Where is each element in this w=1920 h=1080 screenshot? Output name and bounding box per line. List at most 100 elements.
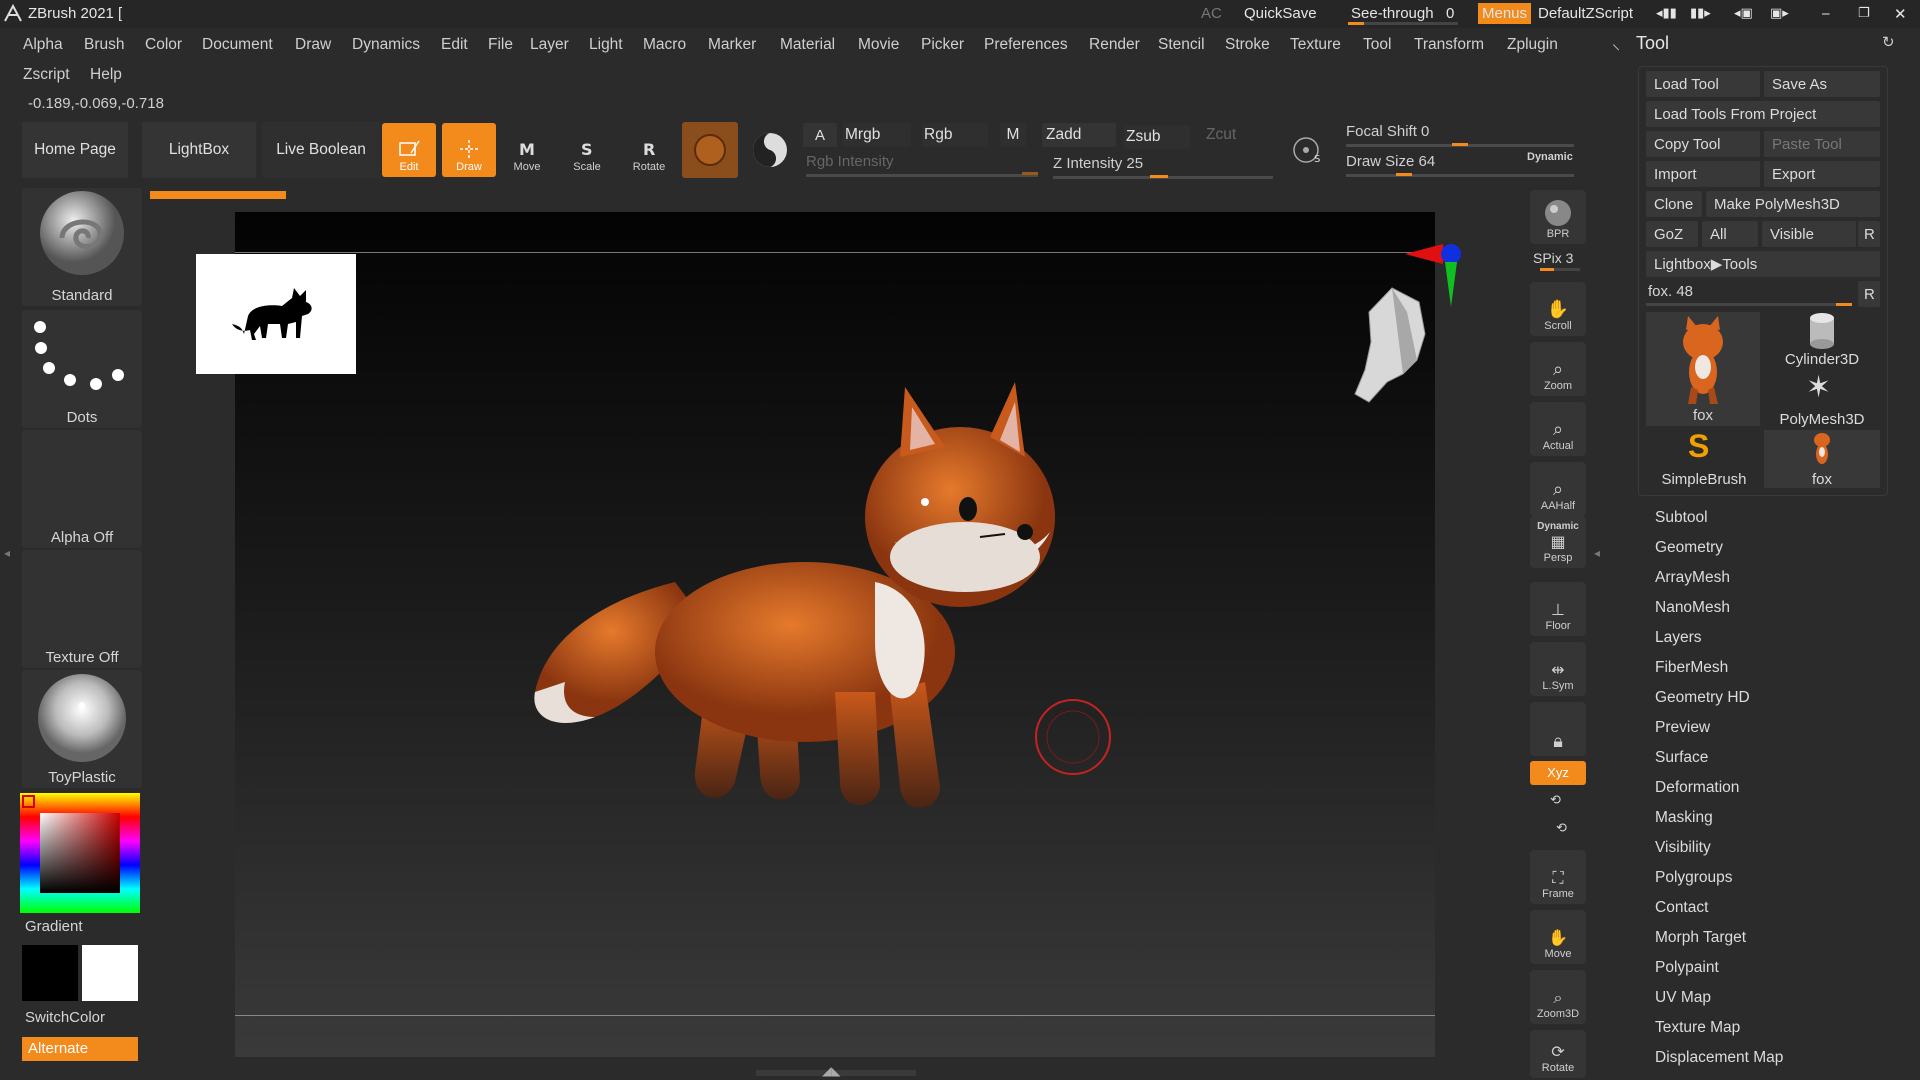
dynamic-toggle[interactable]: Dynamic (1527, 151, 1573, 163)
rotate-mode-button[interactable]: R Rotate (622, 123, 676, 177)
visible-button[interactable]: Visible (1762, 221, 1856, 247)
quicksave-button[interactable]: QuickSave (1244, 5, 1317, 22)
tool-thumb-polymesh3d[interactable]: ✶ PolyMesh3D (1764, 370, 1880, 428)
menu-marker[interactable]: Marker (708, 36, 756, 54)
lightbox-tools-button[interactable]: Lightbox▶Tools (1646, 251, 1880, 277)
restore-icon[interactable]: ❐ (1858, 5, 1870, 21)
subpalette-subtool[interactable]: Subtool (1655, 509, 1708, 527)
paste-tool-button[interactable]: Paste Tool (1764, 131, 1880, 157)
bpr-button[interactable]: BPR (1530, 190, 1586, 244)
tool-thumb-fox-large[interactable]: fox (1646, 312, 1760, 426)
tool-thumb-cylinder3d[interactable]: Cylinder3D (1764, 310, 1880, 368)
draw-size-knob[interactable] (1396, 173, 1412, 176)
floor-button[interactable]: ⊥ Floor (1530, 582, 1586, 636)
subpalette-deformation[interactable]: Deformation (1655, 779, 1739, 797)
menu-macro[interactable]: Macro (643, 36, 686, 54)
menu-zplugin[interactable]: Zplugin (1507, 36, 1558, 54)
subpalette-morph-target[interactable]: Morph Target (1655, 929, 1746, 947)
menu-material[interactable]: Material (780, 36, 835, 54)
tool-panel-title[interactable]: Tool (1636, 33, 1669, 54)
see-through-label[interactable]: See-through (1351, 5, 1434, 22)
left-shelf-collapse-icon[interactable]: ◂ (4, 546, 10, 560)
subpalette-uv-map[interactable]: UV Map (1655, 989, 1711, 1007)
home-page-button[interactable]: Home Page (22, 122, 128, 178)
ac-label[interactable]: AC (1201, 5, 1222, 22)
lsym-button[interactable]: ⇹ L.Sym (1530, 642, 1586, 696)
actual-button[interactable]: ⌕ Actual (1530, 402, 1586, 456)
subpalette-geometry[interactable]: Geometry (1655, 539, 1723, 557)
alternate-button[interactable]: Alternate (22, 1037, 138, 1061)
edit-mode-button[interactable]: Edit (382, 123, 436, 177)
rotate-y-icon[interactable]: ⟲ (1550, 792, 1561, 808)
primary-color-swatch[interactable] (22, 945, 78, 1001)
live-boolean-button[interactable]: Live Boolean (262, 122, 380, 178)
all-button[interactable]: All (1702, 221, 1758, 247)
tool-thumb-fox-small[interactable]: fox (1764, 430, 1880, 488)
menu-preferences[interactable]: Preferences (984, 36, 1068, 54)
subpalette-polygroups[interactable]: Polygroups (1655, 869, 1733, 887)
brush-selector[interactable]: Standard (22, 188, 142, 306)
close-icon[interactable]: ✕ (1894, 5, 1907, 23)
lock-button[interactable]: 🔒︎ (1530, 702, 1586, 756)
subpalette-masking[interactable]: Masking (1655, 809, 1713, 827)
subpalette-texture-map[interactable]: Texture Map (1655, 1019, 1740, 1037)
menu-stencil[interactable]: Stencil (1158, 36, 1205, 54)
import-button[interactable]: Import (1646, 161, 1760, 187)
spix-slider[interactable] (1540, 268, 1580, 271)
menu-render[interactable]: Render (1089, 36, 1140, 54)
rotate-z-icon[interactable]: ⟲ (1556, 820, 1567, 836)
material-selector[interactable]: ToyPlastic (22, 670, 142, 788)
rgb-intensity-label[interactable]: Rgb Intensity (806, 153, 894, 170)
bottom-expand-icon[interactable]: ◢◣ (822, 1064, 840, 1078)
subpalette-fibermesh[interactable]: FiberMesh (1655, 659, 1728, 677)
menu-help[interactable]: Help (90, 66, 122, 84)
color-sphere-swatch[interactable] (748, 126, 792, 174)
menu-texture[interactable]: Texture (1290, 36, 1341, 54)
refresh-icon[interactable]: ↻ (1882, 33, 1895, 51)
goz-button[interactable]: GoZ (1646, 221, 1698, 247)
subpalette-surface[interactable]: Surface (1655, 749, 1708, 767)
z-intensity-knob[interactable] (1150, 175, 1168, 178)
menu-draw[interactable]: Draw (295, 36, 331, 54)
fox-slider[interactable] (1646, 303, 1852, 306)
mrgb-toggle[interactable]: Mrgb (843, 123, 911, 147)
subpalette-visibility[interactable]: Visibility (1655, 839, 1711, 857)
subpalette-arraymesh[interactable]: ArrayMesh (1655, 569, 1730, 587)
xyz-button[interactable]: Xyz (1530, 761, 1586, 785)
menu-alpha[interactable]: Alpha (23, 36, 63, 54)
load-tool-button[interactable]: Load Tool (1646, 71, 1760, 97)
menu-document[interactable]: Document (202, 36, 273, 54)
a-toggle[interactable]: A (803, 123, 837, 147)
focal-shift-knob[interactable] (1452, 143, 1468, 146)
load-tools-from-project-button[interactable]: Load Tools From Project (1646, 101, 1880, 127)
subpalette-geometry-hd[interactable]: Geometry HD (1655, 689, 1750, 707)
minimize-icon[interactable]: ⎯ (1822, 5, 1830, 22)
persp-button[interactable]: Dynamic ▦ Persp (1530, 516, 1586, 568)
subpalette-nanomesh[interactable]: NanoMesh (1655, 599, 1730, 617)
goz-r-button[interactable]: R (1858, 221, 1880, 247)
copy-tool-button[interactable]: Copy Tool (1646, 131, 1760, 157)
aahalf-button[interactable]: ⌕ AAHalf (1530, 462, 1586, 516)
zadd-toggle[interactable]: Zadd (1042, 123, 1116, 147)
focal-shift-label[interactable]: Focal Shift 0 (1346, 123, 1429, 140)
subpalette-polypaint[interactable]: Polypaint (1655, 959, 1719, 977)
subpalette-preview[interactable]: Preview (1655, 719, 1710, 737)
move-mode-button[interactable]: M Move (500, 123, 554, 177)
m-toggle[interactable]: M (1000, 123, 1026, 147)
stroke-sym-button[interactable]: S (1288, 130, 1328, 170)
see-through-slider[interactable] (1348, 22, 1458, 25)
rgb-toggle[interactable]: Rgb (922, 123, 988, 147)
zoom-button[interactable]: ⌕ Zoom (1530, 342, 1586, 396)
spix-label[interactable]: SPix 3 (1533, 250, 1573, 266)
fox-slider-label[interactable]: fox. 48 (1648, 283, 1693, 300)
z-intensity-label[interactable]: Z Intensity 25 (1053, 155, 1143, 172)
menu-movie[interactable]: Movie (858, 36, 899, 54)
menu-color[interactable]: Color (145, 36, 182, 54)
menu-tool[interactable]: Tool (1363, 36, 1391, 54)
gradient-label[interactable]: Gradient (25, 918, 83, 935)
layout-swap-icon[interactable]: ◂▣ (1734, 5, 1753, 21)
scroll-button[interactable]: ✋ Scroll (1530, 282, 1586, 336)
rgb-intensity-slider[interactable] (806, 174, 1038, 177)
move-view-button[interactable]: ✋ Move (1530, 910, 1586, 964)
layout-left-icon[interactable]: ◂▮▮ (1656, 5, 1677, 21)
